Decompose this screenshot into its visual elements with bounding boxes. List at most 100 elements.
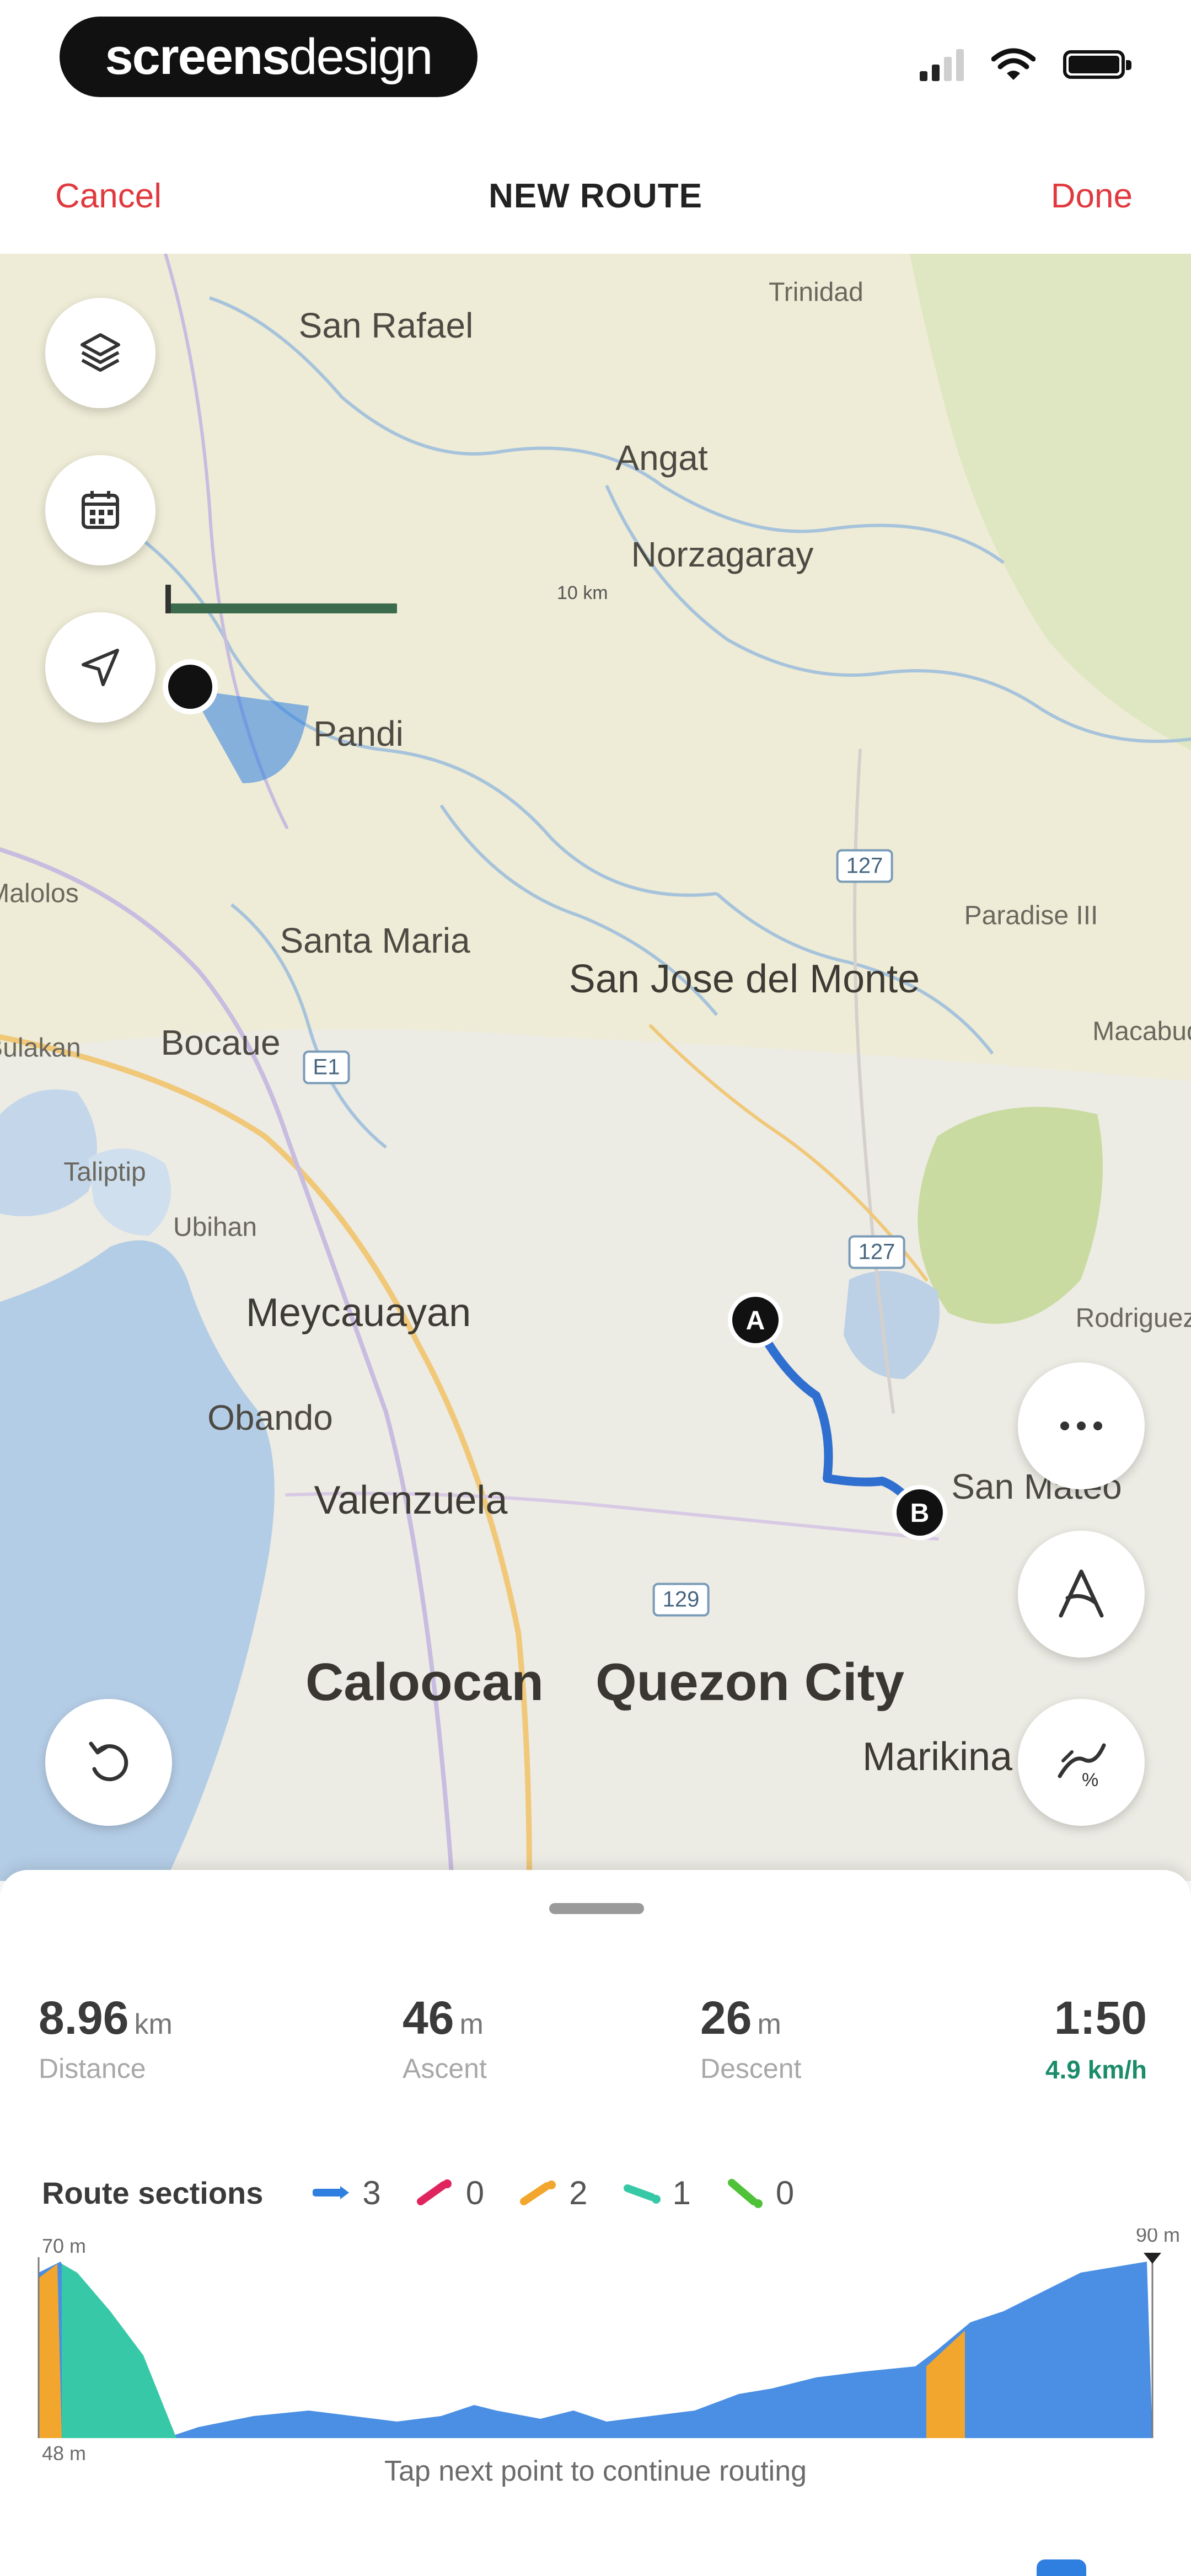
route-end-label: B xyxy=(910,1499,930,1528)
duration-stat: 1:50 4.9 km/h xyxy=(1045,1991,1147,2085)
auto-route-icon xyxy=(1059,1569,1104,1618)
locate-me-button[interactable] xyxy=(45,612,155,723)
descent-label: Descent xyxy=(700,2053,802,2084)
duration-value: 1:50 xyxy=(1054,1992,1147,2044)
slope-toggle-button[interactable]: % xyxy=(1018,1699,1145,1826)
place-label: Rodriguez xyxy=(1075,1303,1191,1333)
route-start-marker[interactable]: A xyxy=(725,1290,786,1350)
scale-tick xyxy=(165,585,171,613)
more-options-button[interactable] xyxy=(1018,1362,1145,1489)
ascent-label: Ascent xyxy=(403,2053,487,2084)
place-label: Macabud xyxy=(1092,1017,1191,1046)
place-label: Angat xyxy=(615,438,708,478)
average-speed: 4.9 km/h xyxy=(1045,2055,1147,2084)
distance-unit: km xyxy=(134,2008,173,2040)
auto-route-button[interactable] xyxy=(1018,1531,1145,1658)
place-label: Marikina xyxy=(862,1735,1013,1779)
place-label: San Jose del Monte xyxy=(568,957,920,1001)
place-label: Bulakan xyxy=(0,1033,81,1063)
place-label: Santa Maria xyxy=(280,921,470,960)
place-label: Valenzuela xyxy=(314,1478,508,1522)
route-section-trail[interactable]: 1 xyxy=(623,2174,691,2212)
map-calendar-button[interactable] xyxy=(45,455,155,565)
done-button[interactable]: Done xyxy=(1051,177,1133,216)
ascent-stat: 46 m Ascent xyxy=(403,1991,487,2085)
place-label: Caloocan xyxy=(305,1653,544,1712)
routing-hint: Tap next point to continue routing xyxy=(384,2455,807,2487)
scroll-indicator xyxy=(1037,2559,1086,2576)
road-type-icon xyxy=(313,2186,350,2199)
road-shield: 127 xyxy=(848,1235,905,1269)
route-sections: Route sections 3 0 2 1 0 xyxy=(42,2168,1147,2217)
route-section-count: 1 xyxy=(672,2174,691,2211)
distance-label: Distance xyxy=(39,2053,146,2084)
descent-stat: 26 m Descent xyxy=(700,1991,801,2085)
place-label: Ubihan xyxy=(173,1212,257,1242)
brand-logo-bold: screens xyxy=(105,28,291,85)
road-shield: 127 xyxy=(836,849,893,883)
route-end-marker[interactable]: B xyxy=(889,1482,950,1543)
descent-value: 26 xyxy=(700,1992,752,2044)
map-base xyxy=(0,254,1191,1881)
distance-stat: 8.96 km Distance xyxy=(39,1991,173,2085)
distance-value: 8.96 xyxy=(39,1992,129,2044)
page-title: NEW ROUTE xyxy=(489,177,702,215)
current-location-marker xyxy=(163,659,218,714)
undo-button[interactable] xyxy=(45,1699,172,1826)
route-section-count: 2 xyxy=(569,2174,588,2211)
place-label: San Rafael xyxy=(298,306,474,345)
brand-logo: screens design xyxy=(60,17,478,97)
route-section-path[interactable]: 2 xyxy=(519,2174,588,2212)
layers-icon xyxy=(81,333,120,372)
svg-text:%: % xyxy=(1082,1770,1098,1791)
road-type-icon xyxy=(623,2184,661,2204)
elevation-end-label: 90 m xyxy=(1136,2228,1180,2246)
ascent-value: 46 xyxy=(403,1992,454,2044)
place-label: Malolos xyxy=(0,879,79,908)
brand-logo-light: design xyxy=(289,28,433,85)
place-label: Paradise III xyxy=(964,901,1098,931)
more-icon xyxy=(1060,1421,1102,1430)
route-section-unpaved[interactable]: 0 xyxy=(416,2174,484,2212)
cellular-signal-icon xyxy=(920,48,964,81)
place-label: Taliptip xyxy=(63,1157,146,1187)
wifi-icon xyxy=(991,48,1036,80)
elevation-max-label: 70 m xyxy=(42,2235,86,2257)
status-icons xyxy=(920,45,1131,84)
road-type-icon xyxy=(520,2180,556,2205)
route-stats: 8.96 km Distance 46 m Ascent 26 m Descent 1… xyxy=(39,1991,1147,2102)
route-map[interactable]: 10 km Trinidad San Rafael Angat Norzagar… xyxy=(0,254,1191,1881)
slope-icon: % xyxy=(1058,1743,1106,1791)
elevation-profile[interactable]: 70 m 48 m 90 m xyxy=(0,2228,1191,2460)
route-section-count: 3 xyxy=(362,2174,381,2211)
place-label: Norzagaray xyxy=(631,535,814,574)
place-label: Pandi xyxy=(313,714,404,753)
route-section-count: 0 xyxy=(775,2174,795,2211)
descent-unit: m xyxy=(757,2008,781,2040)
undo-icon xyxy=(89,1741,128,1782)
route-section-paved[interactable]: 3 xyxy=(313,2174,381,2212)
battery-icon xyxy=(1063,50,1131,79)
calendar-icon xyxy=(82,491,119,529)
ascent-unit: m xyxy=(459,2008,484,2040)
sheet-grabber[interactable] xyxy=(549,1903,644,1914)
route-section-count: 0 xyxy=(465,2174,485,2211)
place-label: Trinidad xyxy=(769,277,863,307)
road-type-icon xyxy=(416,2179,452,2205)
scale-label: 10 km xyxy=(557,582,608,603)
scale-bar xyxy=(171,603,397,613)
route-start-label: A xyxy=(746,1306,765,1335)
place-label: Quezon City xyxy=(595,1653,905,1712)
road-type-icon xyxy=(727,2179,763,2208)
place-label: Bocaue xyxy=(160,1023,281,1062)
nav-bar: Cancel NEW ROUTE Done xyxy=(0,127,1191,254)
route-section-offroad[interactable]: 0 xyxy=(726,2174,794,2212)
map-layers-button[interactable] xyxy=(45,298,155,408)
location-arrow-icon xyxy=(82,649,119,686)
route-summary-sheet: 8.96 km Distance 46 m Ascent 26 m Descent 1… xyxy=(0,1870,1191,2576)
road-shield: 129 xyxy=(652,1583,710,1617)
place-label: Obando xyxy=(207,1398,333,1437)
road-shield: E1 xyxy=(303,1050,350,1084)
status-bar: screens design xyxy=(0,0,1191,127)
place-label: Meycauayan xyxy=(245,1291,471,1335)
